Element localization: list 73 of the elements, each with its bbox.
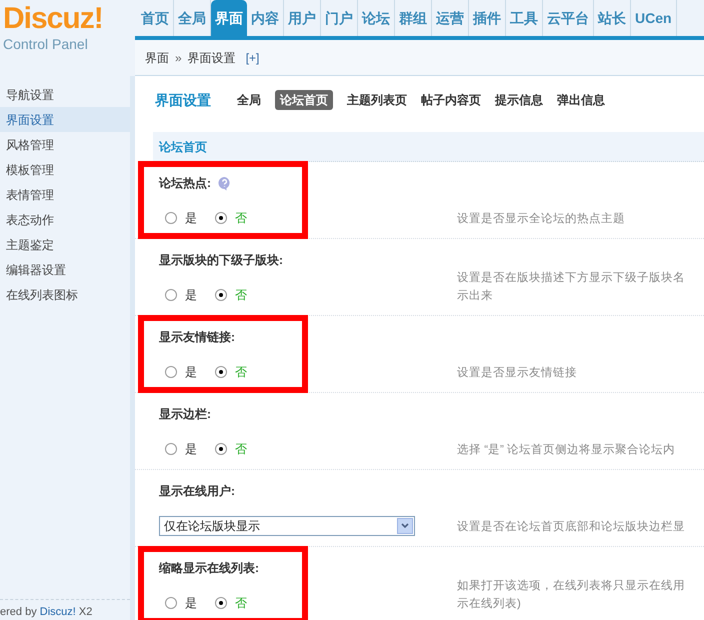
footer-text: ered by Discuz! X2	[0, 606, 92, 618]
nav-tab[interactable]: 用户	[284, 0, 321, 36]
radio-label: 是	[185, 441, 197, 458]
setting-description: 设置是否在论坛首页底部和论坛版块边栏显	[457, 519, 685, 535]
content-tab[interactable]: 全局	[237, 91, 261, 109]
sidebar-item[interactable]: 表态动作	[0, 207, 130, 232]
setting-description: 设置是否显示友情链接	[457, 366, 577, 381]
content-tab[interactable]: 帖子内容页	[421, 91, 481, 109]
page-title: 界面设置	[155, 90, 211, 110]
sidebar-item[interactable]: 主题鉴定	[0, 232, 130, 257]
radio-button[interactable]	[165, 443, 177, 455]
content-tab[interactable]: 弹出信息	[557, 91, 605, 109]
setting-label: 显示在线用户:	[159, 483, 235, 500]
sidebar-item[interactable]: 风格管理	[0, 132, 130, 157]
radio-button[interactable]	[215, 366, 227, 378]
nav-tab[interactable]: 首页	[137, 0, 174, 36]
radio-label: 是	[185, 210, 197, 227]
dropdown-select[interactable]: 仅在论坛版块显示	[159, 516, 415, 536]
radio-button[interactable]	[215, 212, 227, 224]
sidebar-item[interactable]: 在线列表图标	[0, 282, 130, 307]
radio-label: 否	[235, 441, 247, 458]
radio-label: 否	[235, 595, 247, 612]
breadcrumb-separator: »	[175, 50, 182, 66]
radio-label: 否	[235, 364, 247, 381]
radio-label: 是	[185, 364, 197, 381]
setting-label: 显示边栏:	[159, 406, 211, 423]
radio-button[interactable]	[165, 366, 177, 378]
logo: Discuz!	[3, 2, 104, 36]
sidebar-item[interactable]: 表情管理	[0, 182, 130, 207]
nav-tab[interactable]: 群组	[395, 0, 432, 36]
discuz-link[interactable]: Discuz!	[40, 606, 76, 618]
nav-tab[interactable]: 论坛	[358, 0, 395, 36]
radio-label: 是	[185, 595, 197, 612]
setting-description: 如果打开该选项，在线列表将只显示在线用 示在线列表)	[457, 578, 685, 612]
content-tab[interactable]: 提示信息	[495, 91, 543, 109]
radio-button[interactable]	[215, 443, 227, 455]
nav-tab[interactable]: 界面	[211, 0, 247, 36]
nav-tab[interactable]: 门户	[321, 0, 358, 36]
nav-tab[interactable]: UCen	[631, 0, 677, 36]
sidebar-item[interactable]: 编辑器设置	[0, 257, 130, 282]
setting-label: 显示版块的下级子版块:	[159, 252, 283, 269]
radio-label: 是	[185, 287, 197, 304]
section-title: 论坛首页	[159, 138, 207, 156]
radio-button[interactable]	[215, 597, 227, 609]
setting-description: 选择 “是” 论坛首页侧边将显示聚合论坛内	[457, 442, 676, 458]
content-tab[interactable]: 主题列表页	[347, 91, 407, 109]
sidebar-item[interactable]: 导航设置	[0, 82, 130, 107]
radio-button[interactable]	[165, 289, 177, 301]
sidebar-item[interactable]: 模板管理	[0, 157, 130, 182]
setting-description: 设置是否显示全论坛的热点主题	[457, 211, 625, 227]
nav-tab[interactable]: 内容	[247, 0, 284, 36]
add-shortcut-link[interactable]: [+]	[246, 48, 260, 66]
content-tab[interactable]: 论坛首页	[275, 90, 333, 110]
breadcrumb-current: 界面设置	[188, 50, 236, 66]
setting-description: 设置是否在版块描述下方显示下级子版块名 示出来	[457, 270, 685, 304]
help-icon[interactable]	[217, 176, 232, 190]
radio-label: 否	[235, 287, 247, 304]
radio-button[interactable]	[165, 597, 177, 609]
breadcrumb-link[interactable]: 界面	[145, 48, 169, 66]
radio-label: 否	[235, 210, 247, 227]
nav-tab[interactable]: 插件	[469, 0, 506, 36]
setting-label: 缩略显示在线列表:	[159, 560, 259, 577]
nav-tab[interactable]: 站长	[594, 0, 631, 36]
sidebar-item[interactable]: 界面设置	[0, 107, 130, 132]
nav-tab[interactable]: 云平台	[543, 0, 594, 36]
select-value: 仅在论坛版块显示	[163, 518, 261, 535]
setting-label: 论坛热点:	[159, 175, 211, 192]
nav-tab[interactable]: 运营	[432, 0, 469, 36]
radio-button[interactable]	[215, 289, 227, 301]
nav-tab[interactable]: 工具	[506, 0, 543, 36]
logo-subtitle: Control Panel	[3, 36, 89, 52]
setting-label: 显示友情链接:	[159, 329, 235, 346]
radio-button[interactable]	[165, 212, 177, 224]
